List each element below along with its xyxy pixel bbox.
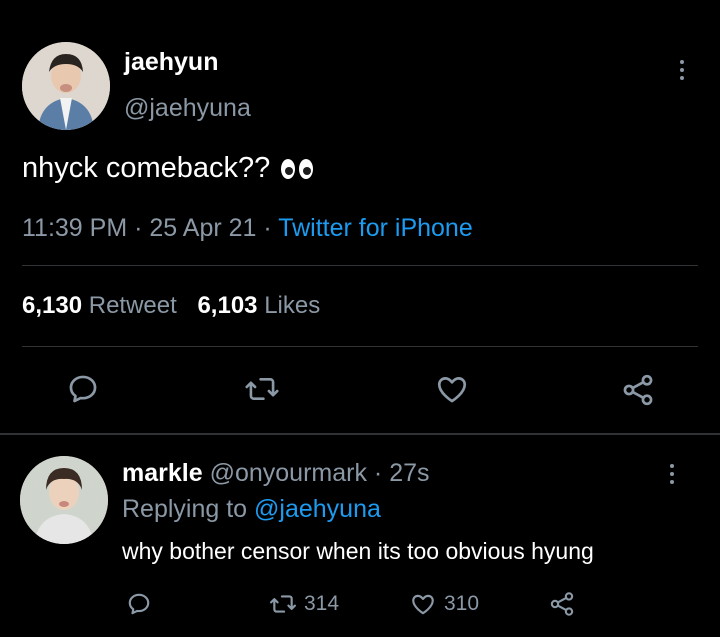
replying-to: Replying to @jaehyuna <box>122 495 381 524</box>
main-tweet-meta: 11:39 PM · 25 Apr 21 · Twitter for iPhon… <box>22 214 473 243</box>
retweet-count: 6,130 <box>22 292 83 319</box>
reply-like-count: 310 <box>444 592 480 615</box>
share-button[interactable] <box>620 372 656 408</box>
like-count: 6,103 <box>197 292 258 319</box>
retweet-stat[interactable]: 6,130 Retweet <box>22 292 183 319</box>
reply-like-button[interactable]: 310 <box>408 591 479 617</box>
heart-icon <box>412 594 434 615</box>
likes-label: Likes <box>264 292 321 319</box>
heart-icon <box>437 377 467 403</box>
main-tweet-more-icon[interactable] <box>680 60 684 80</box>
reply-separator: · <box>373 459 383 487</box>
divider <box>22 346 698 347</box>
divider <box>0 433 720 435</box>
main-tweet-handle[interactable]: @jaehyuna <box>124 94 251 123</box>
reply-header: markle @onyourmark · 27s <box>122 459 430 488</box>
retweet-label: Retweet <box>88 292 177 319</box>
meta-separator: · <box>263 214 272 242</box>
main-tweet-text: nhyck comeback?? <box>22 152 314 185</box>
reply-time: 27s <box>389 459 430 487</box>
main-tweet-source-link[interactable]: Twitter for iPhone <box>278 214 473 242</box>
main-tweet-stats: 6,130 Retweet 6,103 Likes <box>22 292 320 320</box>
retweet-button[interactable] <box>244 372 280 406</box>
divider <box>22 265 698 266</box>
retweet-icon <box>270 595 296 613</box>
reply-more-icon[interactable] <box>670 464 674 484</box>
reply-avatar[interactable] <box>20 456 108 544</box>
reply-share-button[interactable] <box>548 590 576 618</box>
reply-icon <box>69 375 97 403</box>
main-tweet-text-body: nhyck comeback?? <box>22 152 271 184</box>
likes-stat[interactable]: 6,103 Likes <box>197 292 320 319</box>
reply-button[interactable] <box>66 372 100 406</box>
reply-retweet-button[interactable]: 314 <box>268 591 339 617</box>
eyes-emoji-icon <box>280 158 314 180</box>
reply-text: why bother censor when its too obvious h… <box>122 538 594 564</box>
replying-to-label: Replying to <box>122 495 248 523</box>
share-icon <box>550 592 574 616</box>
reply-icon <box>128 593 150 615</box>
share-icon <box>623 374 653 406</box>
meta-separator: · <box>134 214 143 242</box>
reply-retweet-count: 314 <box>304 592 340 615</box>
main-tweet-time: 11:39 PM <box>22 214 128 242</box>
retweet-icon <box>245 377 279 401</box>
reply-display-name[interactable]: markle <box>122 459 203 487</box>
like-button[interactable] <box>434 372 470 406</box>
reply-handle[interactable]: @onyourmark <box>210 459 367 487</box>
reply-reply-button[interactable] <box>126 591 152 617</box>
main-tweet-avatar[interactable] <box>22 42 110 130</box>
main-tweet-date: 25 Apr 21 <box>149 214 257 242</box>
replying-to-handle[interactable]: @jaehyuna <box>254 495 381 523</box>
main-tweet-display-name[interactable]: jaehyun <box>124 48 218 77</box>
